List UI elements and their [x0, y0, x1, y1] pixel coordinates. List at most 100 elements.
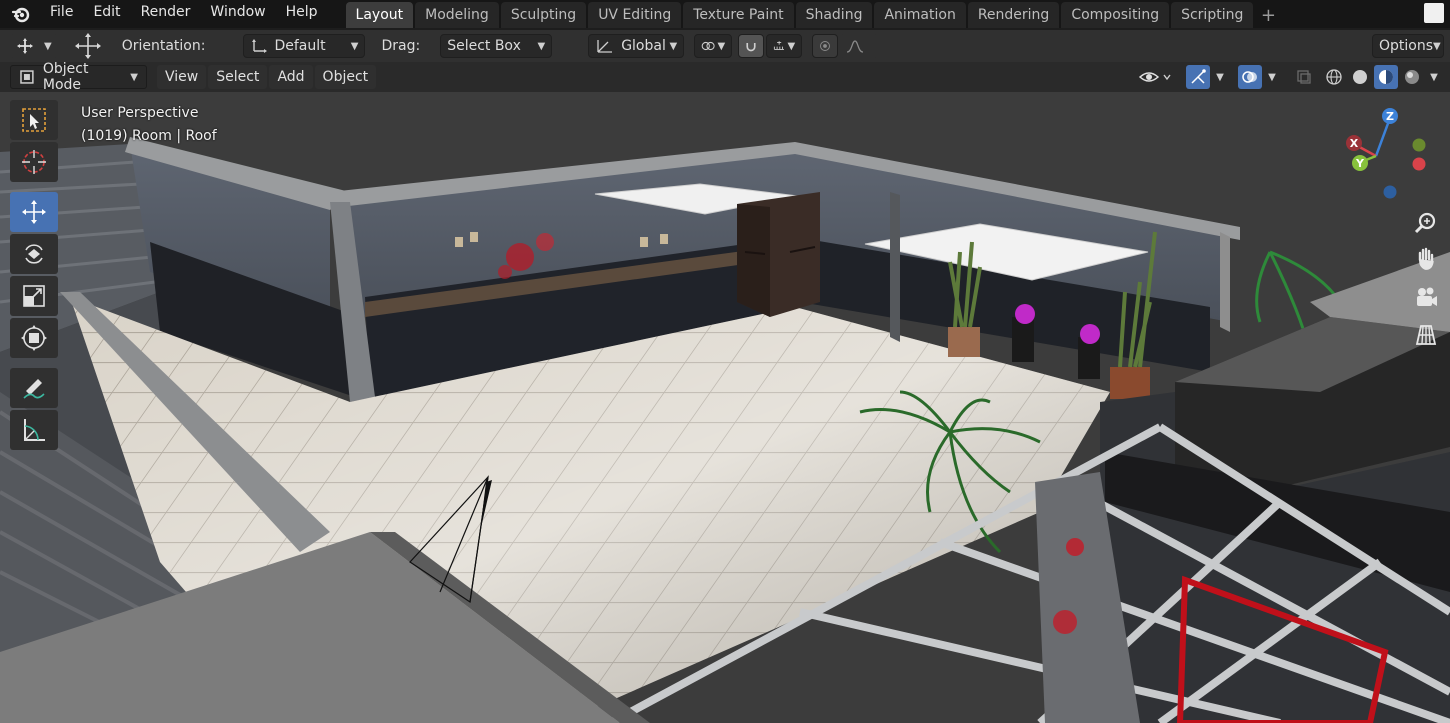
- transform-orientation-value: Global: [621, 38, 666, 54]
- snap-increment-icon: [774, 41, 785, 50]
- xray-toggle[interactable]: [1292, 65, 1316, 89]
- overlays-dropdown[interactable]: ▼: [1264, 65, 1280, 89]
- scale-tool[interactable]: [10, 276, 58, 316]
- navigation-gizmo[interactable]: Z X Y: [1334, 104, 1434, 204]
- scene-render: [0, 92, 1450, 723]
- drag-label: Drag:: [381, 38, 421, 54]
- tab-uv-editing[interactable]: UV Editing: [588, 2, 682, 28]
- shading-solid[interactable]: [1348, 65, 1372, 89]
- chevron-down-icon: ▼: [1216, 71, 1224, 83]
- tab-scripting[interactable]: Scripting: [1171, 2, 1254, 28]
- tab-compositing[interactable]: Compositing: [1061, 2, 1170, 28]
- chevron-down-icon: ▼: [44, 40, 52, 52]
- tab-modeling[interactable]: Modeling: [415, 2, 499, 28]
- orientation-dropdown[interactable]: Default ▼: [243, 34, 366, 58]
- xray-icon: [1297, 70, 1311, 84]
- overlays-toggle[interactable]: [1238, 65, 1262, 89]
- tab-animation[interactable]: Animation: [874, 2, 966, 28]
- neg-z-axis-button[interactable]: [1383, 185, 1397, 199]
- neg-x-axis-button[interactable]: [1412, 157, 1426, 171]
- 3d-viewport[interactable]: User Perspective (1019) Room | Roof Z X …: [0, 92, 1450, 723]
- tab-shading[interactable]: Shading: [795, 2, 873, 28]
- orientation-icon: [252, 39, 268, 53]
- tool-icon-dropdown[interactable]: ▼: [10, 34, 58, 58]
- shading-rendered[interactable]: [1400, 65, 1424, 89]
- overlays-icon: [1242, 71, 1257, 83]
- global-axes-icon: [597, 40, 613, 53]
- visibility-dropdown[interactable]: [1136, 65, 1176, 89]
- transform-icon: [21, 325, 47, 351]
- options-label: Options: [1379, 38, 1434, 54]
- drag-value: Select Box: [447, 38, 521, 54]
- ortho-perspective-button[interactable]: [1411, 320, 1441, 350]
- annotate-tool[interactable]: [10, 368, 58, 408]
- menu-add[interactable]: Add: [269, 65, 313, 89]
- zoom-button[interactable]: [1411, 208, 1441, 238]
- shading-material[interactable]: [1374, 65, 1398, 89]
- menu-edit[interactable]: Edit: [83, 0, 130, 28]
- tool-shelf: [10, 100, 60, 452]
- proportional-edit-icon: [820, 41, 831, 51]
- gizmo-dropdown[interactable]: ▼: [1212, 65, 1228, 89]
- rotate-tool[interactable]: [10, 234, 58, 274]
- drag-dropdown[interactable]: Select Box ▼: [440, 34, 553, 58]
- camera-view-button[interactable]: [1411, 282, 1441, 312]
- cursor-tool[interactable]: [10, 142, 58, 182]
- transform-tool[interactable]: [10, 318, 58, 358]
- snap-target-dropdown[interactable]: ▼: [766, 34, 803, 58]
- select-box-icon: [22, 108, 46, 132]
- pivot-point-dropdown[interactable]: ▼: [694, 34, 733, 58]
- tab-layout[interactable]: Layout: [345, 2, 414, 28]
- menu-window[interactable]: Window: [200, 0, 275, 28]
- shading-dropdown[interactable]: ▼: [1426, 65, 1442, 89]
- hand-icon: [1418, 247, 1434, 270]
- y-axis-label: Y: [1355, 157, 1365, 170]
- zoom-magnifier-icon: [1414, 212, 1436, 234]
- pan-button[interactable]: [1411, 244, 1441, 274]
- grid-perspective-icon: [1415, 325, 1437, 345]
- menu-object[interactable]: Object: [314, 65, 377, 89]
- tab-rendering[interactable]: Rendering: [967, 2, 1060, 28]
- menu-select[interactable]: Select: [208, 65, 268, 89]
- chevron-down-icon: ▼: [717, 40, 726, 52]
- tab-sculpting[interactable]: Sculpting: [500, 2, 587, 28]
- measure-tool[interactable]: [10, 410, 58, 450]
- z-axis-label: Z: [1386, 110, 1394, 123]
- menu-view[interactable]: View: [157, 65, 207, 89]
- eye-icon: [1138, 72, 1171, 82]
- object-mode-icon: [20, 70, 34, 84]
- proportional-editing-toggle[interactable]: [812, 34, 839, 58]
- chevron-down-icon: ▼: [130, 71, 138, 83]
- options-dropdown[interactable]: Options ▼: [1372, 34, 1444, 58]
- rotate-icon: [25, 244, 43, 264]
- select-box-tool[interactable]: [10, 100, 58, 140]
- tool-separator: [10, 184, 60, 192]
- chevron-down-icon: ▼: [787, 40, 796, 52]
- transform-orientation-dropdown[interactable]: Global ▼: [588, 34, 685, 58]
- transform-tool-icon: [17, 38, 33, 54]
- gizmo-toggle[interactable]: [1186, 65, 1210, 89]
- shading-wireframe[interactable]: [1322, 65, 1346, 89]
- camera-icon: [1417, 287, 1437, 306]
- mode-dropdown[interactable]: Object Mode ▼: [10, 61, 147, 93]
- wireframe-sphere-icon: [1326, 69, 1342, 85]
- add-workspace-button[interactable]: +: [1257, 6, 1279, 28]
- move-gizmo-icon[interactable]: [68, 32, 108, 60]
- cursor-icon: [22, 150, 46, 174]
- menu-render[interactable]: Render: [131, 0, 201, 28]
- blender-logo-icon[interactable]: [10, 3, 32, 25]
- neg-y-axis-button[interactable]: [1412, 138, 1426, 152]
- move-tool[interactable]: [10, 192, 58, 232]
- tool-separator: [10, 360, 60, 368]
- scene-icon[interactable]: [1424, 3, 1444, 23]
- snap-toggle[interactable]: [738, 34, 765, 58]
- orientation-label: Orientation:: [121, 38, 206, 54]
- falloff-dropdown[interactable]: [840, 34, 879, 58]
- menu-file[interactable]: File: [40, 0, 83, 28]
- viewport-header: Object Mode ▼ View Select Add Object ▼ ▼…: [0, 61, 1450, 93]
- scale-icon: [23, 285, 45, 307]
- tab-texture-paint[interactable]: Texture Paint: [683, 2, 794, 28]
- rendered-sphere-icon: [1405, 70, 1419, 84]
- menu-help[interactable]: Help: [276, 0, 328, 28]
- chevron-down-icon: ▼: [1268, 71, 1276, 83]
